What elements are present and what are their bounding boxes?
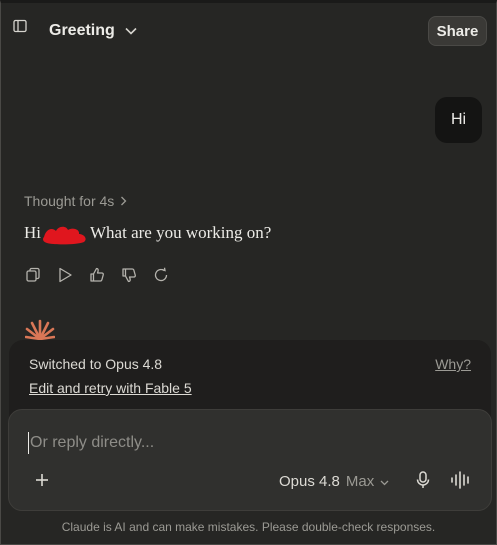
reply-suffix: What are you working on? bbox=[90, 223, 272, 242]
app-window: Greeting Share Hi Thought for 4s Hi What… bbox=[0, 0, 497, 545]
retry-icon[interactable] bbox=[151, 265, 171, 285]
thumbs-down-icon[interactable] bbox=[119, 265, 139, 285]
plus-icon[interactable] bbox=[32, 470, 52, 490]
sidebar-toggle-icon[interactable] bbox=[11, 17, 29, 35]
message-actions bbox=[23, 265, 171, 285]
thumbs-up-icon[interactable] bbox=[87, 265, 107, 285]
user-message: Hi bbox=[435, 97, 482, 143]
model-selector[interactable]: Opus 4.8 Max bbox=[279, 470, 389, 492]
conversation-title-dropdown[interactable]: Greeting bbox=[49, 17, 137, 45]
model-name: Opus 4.8 bbox=[279, 472, 340, 490]
edit-retry-link[interactable]: Edit and retry with Fable 5 bbox=[29, 380, 192, 396]
chevron-down-icon bbox=[125, 22, 137, 40]
share-button[interactable]: Share bbox=[428, 16, 487, 46]
microphone-icon[interactable] bbox=[413, 470, 433, 490]
play-icon[interactable] bbox=[55, 265, 75, 285]
redaction-mark bbox=[42, 223, 88, 245]
disclaimer-text: Claude is AI and can make mistakes. Plea… bbox=[61, 520, 436, 534]
why-link[interactable]: Why? bbox=[435, 356, 471, 372]
conversation-title: Greeting bbox=[49, 22, 115, 39]
thought-label: Thought for 4s bbox=[24, 193, 115, 209]
notice-text: Switched to Opus 4.8 bbox=[29, 356, 163, 372]
composer: Opus 4.8 Max bbox=[8, 409, 492, 511]
chevron-down-icon bbox=[380, 473, 389, 490]
model-switch-notice: Switched to Opus 4.8 Edit and retry with… bbox=[9, 340, 491, 418]
voice-mode-icon[interactable] bbox=[450, 470, 472, 490]
chevron-right-icon bbox=[120, 193, 127, 209]
copy-icon[interactable] bbox=[23, 265, 43, 285]
thought-toggle[interactable]: Thought for 4s bbox=[24, 193, 127, 209]
model-mode: Max bbox=[345, 472, 375, 490]
reply-input[interactable] bbox=[28, 432, 468, 454]
reply-prefix: Hi bbox=[24, 223, 41, 242]
header: Greeting Share bbox=[1, 3, 496, 59]
assistant-message: Hi What are you working on? bbox=[24, 222, 272, 245]
